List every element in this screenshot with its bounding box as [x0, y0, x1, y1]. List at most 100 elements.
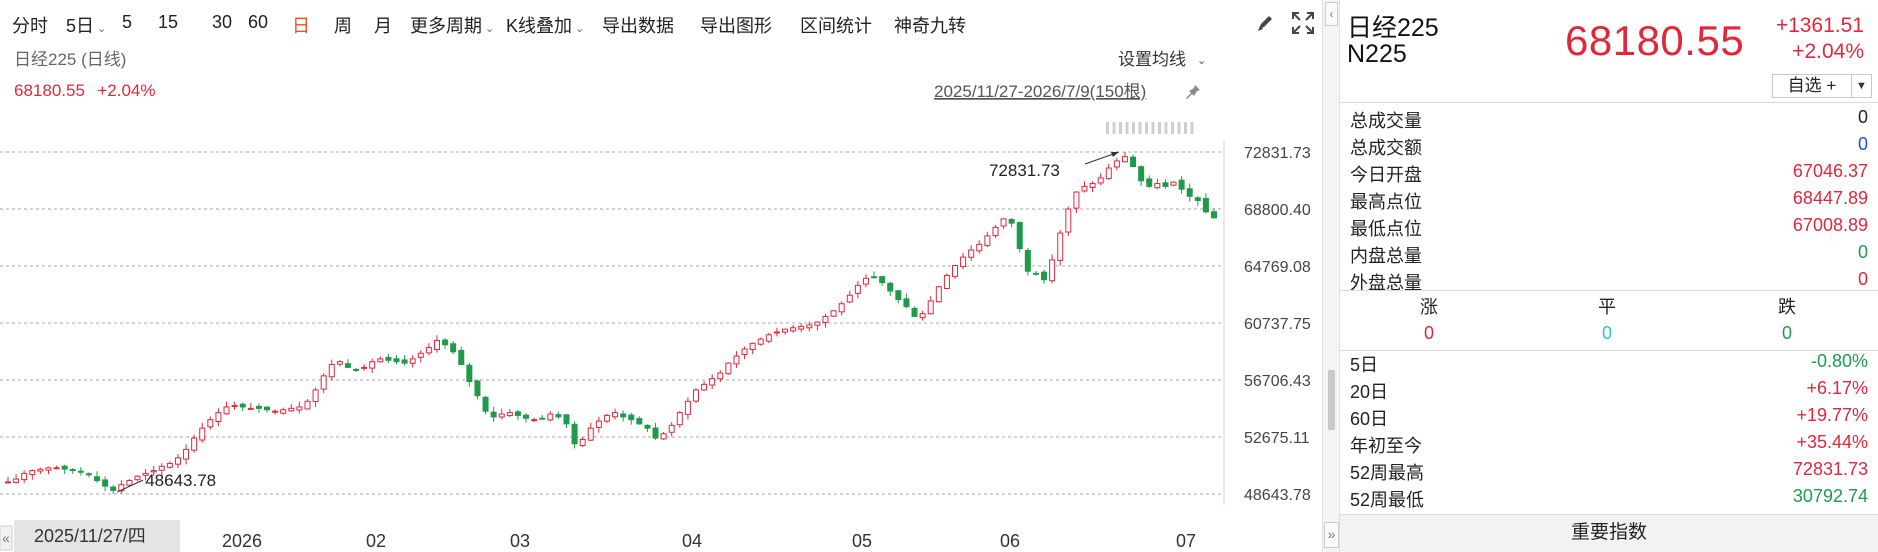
candle-body — [312, 389, 319, 403]
stat-value: 0 — [1857, 269, 1868, 289]
candle-body — [871, 276, 878, 279]
expand-panel-button[interactable]: » — [1324, 522, 1339, 548]
set-ma-button[interactable]: 设置均线 ⌄ — [1118, 50, 1206, 69]
candle-body — [1073, 191, 1080, 209]
candle-body — [814, 321, 821, 326]
candle-body — [1170, 181, 1177, 186]
candle-body — [903, 298, 910, 308]
candle-body — [1186, 188, 1193, 197]
stat-label: 今日开盘 — [1350, 165, 1422, 185]
candle-body — [862, 277, 869, 285]
set-ma-label: 设置均线 — [1118, 50, 1186, 69]
y-tick-label: 60737.75 — [1244, 316, 1311, 333]
candle-body — [523, 414, 530, 419]
period-row: 5日 -0.80% — [1350, 351, 1868, 378]
candle-body — [531, 419, 538, 422]
candle-body — [174, 457, 181, 465]
candle-body — [191, 437, 198, 451]
candle-body — [264, 406, 271, 411]
candle-body — [984, 235, 991, 247]
candle-body — [280, 409, 287, 414]
period-label: 20日 — [1350, 382, 1389, 402]
panel-scrollbar[interactable]: ‹ » — [1322, 0, 1340, 552]
candle-body — [1178, 179, 1185, 190]
candle-body — [676, 412, 683, 426]
key-indices-button[interactable]: 重要指数 — [1340, 514, 1878, 552]
candle-body — [733, 355, 740, 365]
candle-body — [725, 362, 732, 375]
candle-body — [417, 352, 424, 358]
pin-icon[interactable] — [1186, 82, 1200, 99]
scroll-up-button[interactable]: ‹ — [1325, 2, 1338, 26]
signal-marker-strip — [1106, 122, 1194, 134]
index-name: 日经225 — [1347, 14, 1439, 42]
candle-body — [968, 249, 975, 258]
candle-body — [765, 334, 772, 342]
candle-body — [644, 424, 651, 429]
signal-marker — [1119, 122, 1122, 134]
y-tick-label: 56706.43 — [1244, 373, 1311, 390]
extreme-annotations: 72831.73 48643.78 — [117, 151, 1120, 493]
candle-body — [935, 286, 942, 303]
candle-body — [652, 427, 659, 439]
legend-price: 68180.55 — [14, 81, 85, 100]
period-label: 52周最高 — [1350, 463, 1425, 483]
signal-marker — [1106, 122, 1109, 134]
candle-body — [353, 368, 360, 371]
candle-body — [911, 307, 918, 317]
candle-body — [239, 403, 246, 408]
candle-body — [255, 405, 262, 409]
x-tick-label: 2026 — [222, 531, 262, 551]
watchlist-dropdown-icon[interactable]: ▼ — [1852, 74, 1872, 98]
chart-panel: 分时 5日 ⌄ 5 15 30 60 日周月更多周期 ⌄ K线叠加 ⌄ 导出数据 导出图形 区间统计 神奇九… — [0, 0, 1340, 552]
candle-body — [579, 438, 586, 447]
candle-body — [757, 338, 764, 345]
candle-body — [377, 358, 384, 363]
y-tick-label: 64769.08 — [1244, 259, 1311, 276]
period-label: 60日 — [1350, 409, 1389, 429]
period-label: 5日 — [1350, 355, 1379, 375]
y-tick-label: 68800.40 — [1244, 202, 1311, 219]
signal-marker — [1145, 122, 1148, 134]
candle-body — [854, 284, 861, 294]
signal-marker — [1164, 122, 1168, 134]
candle-body — [1194, 197, 1201, 202]
candle-body — [21, 472, 28, 481]
candle-body — [782, 328, 789, 333]
divider — [1340, 102, 1878, 103]
period-row: 52周最低 30792.74 — [1350, 486, 1868, 513]
candle-body — [709, 378, 716, 386]
candle-body — [506, 412, 513, 417]
quote-panel: 日经225 N225 68180.55 +1361.51 +2.04% 自选 +… — [1340, 0, 1878, 552]
candle-body — [887, 282, 894, 292]
candle-body — [1057, 232, 1064, 261]
candle-body — [401, 359, 408, 364]
candle-body — [304, 400, 311, 410]
stat-row: 最低点位 67008.89 — [1350, 215, 1868, 242]
candle-body — [215, 412, 222, 422]
candle-body — [636, 418, 643, 425]
signal-marker — [1151, 122, 1155, 134]
candle-body — [749, 342, 756, 350]
kline-chart[interactable]: 日经225 (日线) 68180.55 +2.04% 设置均线 ⌄ 2025/1… — [0, 0, 1322, 552]
candle-body — [773, 331, 780, 334]
candle-body — [539, 417, 546, 420]
candle-body — [110, 486, 117, 491]
stat-value: 67046.37 — [1792, 161, 1868, 181]
y-tick-label: 72831.73 — [1244, 145, 1311, 162]
candle-body — [514, 411, 521, 416]
add-to-watchlist-button[interactable]: 自选 + — [1772, 74, 1852, 98]
candle-body — [231, 405, 238, 408]
signal-marker — [1158, 122, 1161, 134]
candle-body — [1024, 249, 1031, 272]
app-window: 分时 5日 ⌄ 5 15 30 60 日周月更多周期 ⌄ K线叠加 ⌄ 导出数据 导出图形 区间统计 神奇九… — [0, 0, 1878, 552]
date-range-link[interactable]: 2025/11/27-2026/7/9(150根) — [934, 82, 1146, 101]
scrollbar-thumb[interactable] — [1328, 370, 1335, 430]
period-row: 60日 +19.77% — [1350, 405, 1868, 432]
period-value: 30792.74 — [1792, 486, 1868, 506]
candle-body — [717, 372, 724, 380]
candle-body — [166, 463, 173, 468]
stat-row: 总成交量 0 — [1350, 107, 1868, 134]
candle-body — [490, 411, 497, 418]
candle-body — [409, 358, 416, 364]
